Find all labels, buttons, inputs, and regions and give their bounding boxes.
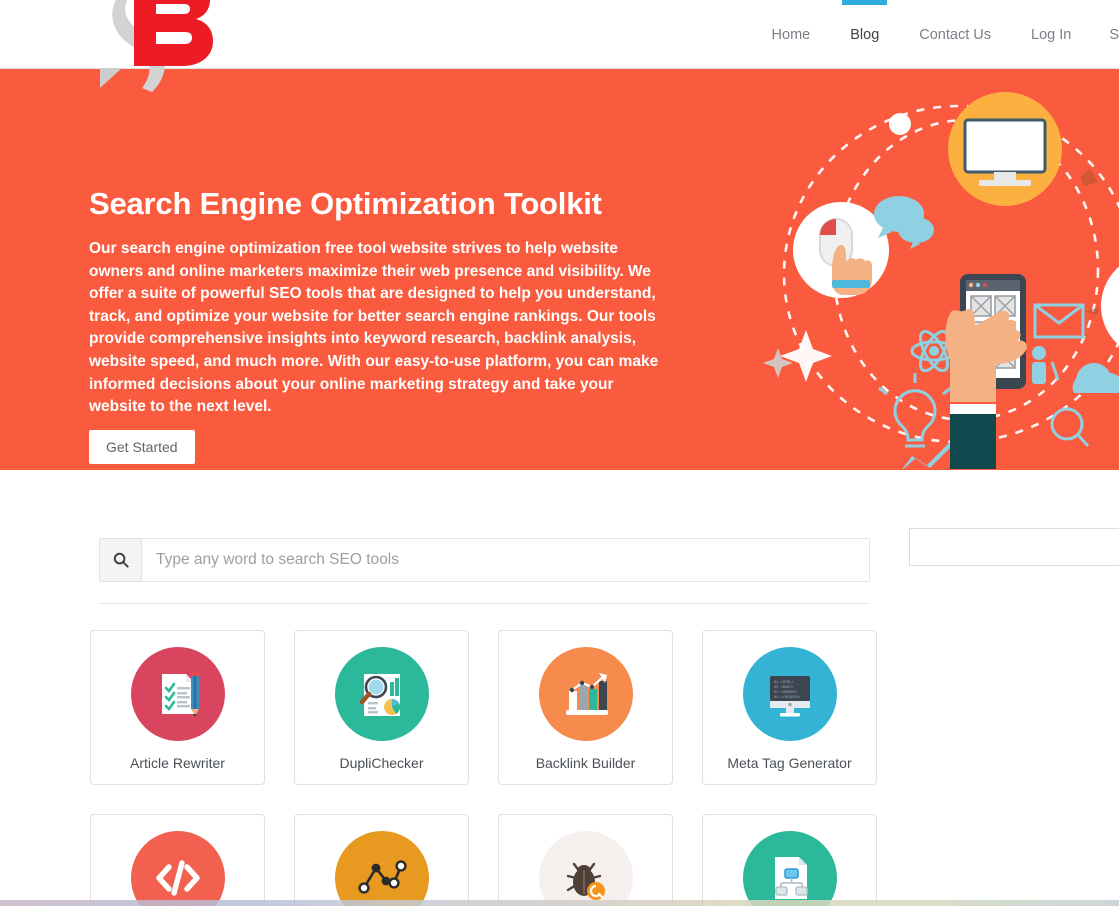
svg-text:02 <BODY>: 02 <BODY> [774, 685, 793, 690]
tool-card-line-chart-tool[interactable] [294, 814, 469, 906]
nav-item-log-in[interactable]: Log In [1011, 0, 1091, 69]
main-navigation: Home Blog Contact Us Log In S [752, 0, 1119, 69]
search-input[interactable] [141, 538, 870, 582]
nav-label: Blog [850, 26, 880, 43]
active-tab-indicator [842, 0, 888, 5]
tool-card-bug-tool[interactable] [498, 814, 673, 906]
nav-item-contact-us[interactable]: Contact Us [899, 0, 1011, 69]
hero-description: Our search engine optimization free tool… [89, 240, 659, 416]
tool-label: Backlink Builder [535, 755, 636, 771]
main-content: Article Rewriter [0, 470, 1119, 906]
hero-banner: Search Engine Optimization Toolkit Our s… [0, 69, 1119, 470]
bottom-gradient-strip [0, 900, 1119, 906]
nav-item-blog[interactable]: Blog [830, 0, 899, 69]
tool-card-backlink-builder[interactable]: Backlink Builder [498, 630, 673, 785]
hero-title: Search Engine Optimization Toolkit [89, 186, 602, 221]
hero-text-block: Search Engine Optimization Toolkit Our s… [89, 186, 664, 419]
nav-item-sign-up[interactable]: S [1091, 0, 1119, 69]
tool-card-sitemap-tool[interactable] [702, 814, 877, 906]
site-logo[interactable] [88, 0, 216, 96]
search-bar [99, 538, 870, 582]
logo-b-mark-icon [100, 0, 213, 92]
nav-label: S [1109, 26, 1119, 43]
tool-label: Meta Tag Generator [727, 755, 852, 771]
section-divider [99, 603, 870, 604]
tool-card-article-rewriter[interactable]: Article Rewriter [90, 630, 265, 785]
line-chart-dots-icon [334, 831, 429, 906]
bug-search-icon [538, 831, 633, 906]
magnifier-report-icon [334, 647, 429, 741]
bar-chart-growth-icon [538, 647, 633, 741]
tool-label: DupliChecker [339, 755, 424, 771]
svg-text:01 <HTML>: 01 <HTML> [774, 680, 793, 685]
search-button[interactable] [99, 538, 141, 582]
nav-label: Log In [1031, 26, 1072, 43]
nav-label: Contact Us [919, 26, 991, 43]
svg-text:03 <HEADER>: 03 <HEADER> [774, 690, 798, 695]
svg-text:04 </HEADER>: 04 </HEADER> [774, 695, 800, 700]
tools-row-1: Article Rewriter DupliChecker Backlink B… [90, 630, 890, 785]
tool-card-duplichecker[interactable]: DupliChecker [294, 630, 469, 785]
search-icon [113, 552, 129, 568]
tools-row-2 [90, 814, 890, 906]
code-brackets-icon [130, 831, 225, 906]
monitor-code-icon: 01 <HTML> 02 <BODY> 03 <HEADER> 04 </HEA… [742, 647, 837, 741]
document-pencil-icon [130, 647, 225, 741]
nav-label: Home [771, 26, 811, 43]
tools-grid: Article Rewriter DupliChecker Backlink B… [90, 630, 890, 906]
sitemap-document-icon [742, 831, 837, 906]
empty-ad-box [909, 528, 1119, 566]
nav-item-home[interactable]: Home [752, 0, 831, 69]
page-root: Home Blog Contact Us Log In S Search Eng… [0, 0, 1119, 906]
tool-label: Article Rewriter [130, 755, 225, 771]
tool-card-code-tool[interactable] [90, 814, 265, 906]
seo-digital-marketing-illustration [754, 74, 1119, 470]
tool-card-meta-tag-generator[interactable]: 01 <HTML> 02 <BODY> 03 <HEADER> 04 </HEA… [702, 630, 877, 785]
get-started-button[interactable]: Get Started [89, 430, 195, 464]
